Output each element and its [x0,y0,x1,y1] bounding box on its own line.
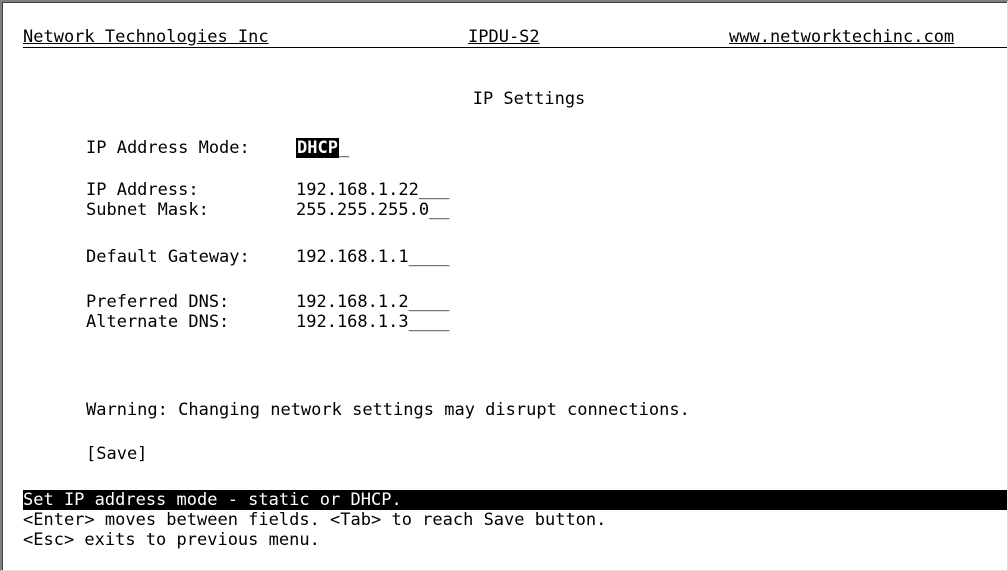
terminal-window: Network Technologies Inc IPDU-S2 www.net… [0,0,1008,571]
device-model: IPDU-S2 [468,27,540,47]
alternate-dns-field[interactable]: 192.168.1.3____ [296,312,450,332]
header-bar: Network Technologies Inc IPDU-S2 www.net… [23,26,1007,48]
terminal-screen: Network Technologies Inc IPDU-S2 www.net… [23,22,1007,570]
gateway-field[interactable]: 192.168.1.1____ [296,247,450,267]
website-link[interactable]: www.networktechinc.com [729,26,954,48]
alternate-dns-blank: ____ [408,312,450,332]
gateway-value[interactable]: 192.168.1.1 [296,247,409,267]
gateway-label: Default Gateway: [86,247,250,267]
preferred-dns-blank: ____ [408,292,450,312]
help-line-navigation: <Enter> moves between fields. <Tab> to r… [23,510,607,530]
preferred-dns-value[interactable]: 192.168.1.2 [296,292,409,312]
page-title: IP Settings [472,89,586,109]
gateway-blank: ____ [408,247,450,267]
warning-message: Warning: Changing network settings may d… [86,400,690,420]
preferred-dns-field[interactable]: 192.168.1.2____ [296,292,450,312]
header-underline [23,47,1007,48]
ip-address-blank: ___ [418,180,450,200]
ip-mode-value[interactable]: DHCP [296,138,339,158]
ip-mode-label: IP Address Mode: [86,138,250,158]
company-name: Network Technologies Inc [23,27,269,47]
subnet-mask-value[interactable]: 255.255.255.0 [296,200,429,220]
subnet-mask-label: Subnet Mask: [86,200,209,220]
subnet-mask-field[interactable]: 255.255.255.0__ [296,200,450,220]
ip-address-value[interactable]: 192.168.1.22 [296,180,419,200]
save-button[interactable]: [Save] [86,444,147,464]
ip-address-label: IP Address: [86,180,199,200]
subnet-mask-blank: __ [429,200,450,220]
alternate-dns-value[interactable]: 192.168.1.3 [296,312,409,332]
ip-address-field[interactable]: 192.168.1.22___ [296,180,450,200]
ip-mode-field[interactable]: DHCP_ [296,138,349,158]
preferred-dns-label: Preferred DNS: [86,292,230,312]
ip-mode-blank: _ [338,138,350,158]
help-line-escape: <Esc> exits to previous menu. [23,530,320,550]
alternate-dns-label: Alternate DNS: [86,312,230,332]
status-bar: Set IP address mode - static or DHCP. [23,490,1007,510]
